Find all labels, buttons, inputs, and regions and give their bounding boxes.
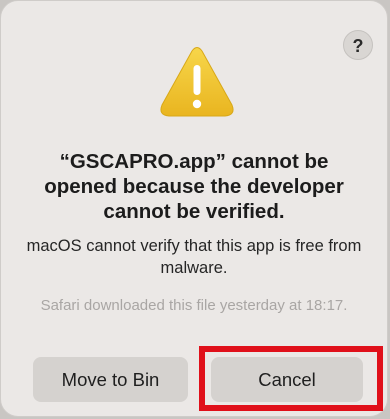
dialog-detail: Safari downloaded this file yesterday at…: [40, 297, 348, 314]
warning-triangle-icon: [160, 47, 234, 117]
help-button[interactable]: ?: [343, 30, 373, 60]
move-to-bin-button[interactable]: Move to Bin: [33, 357, 188, 402]
alert-dialog: ? “GSCAPRO.app” cannot be opened because…: [0, 0, 388, 417]
dialog-title: “GSCAPRO.app” cannot be opened because t…: [44, 150, 344, 223]
cancel-button[interactable]: Cancel: [211, 357, 363, 402]
dialog-message: macOS cannot verify that this app is fre…: [26, 237, 362, 277]
